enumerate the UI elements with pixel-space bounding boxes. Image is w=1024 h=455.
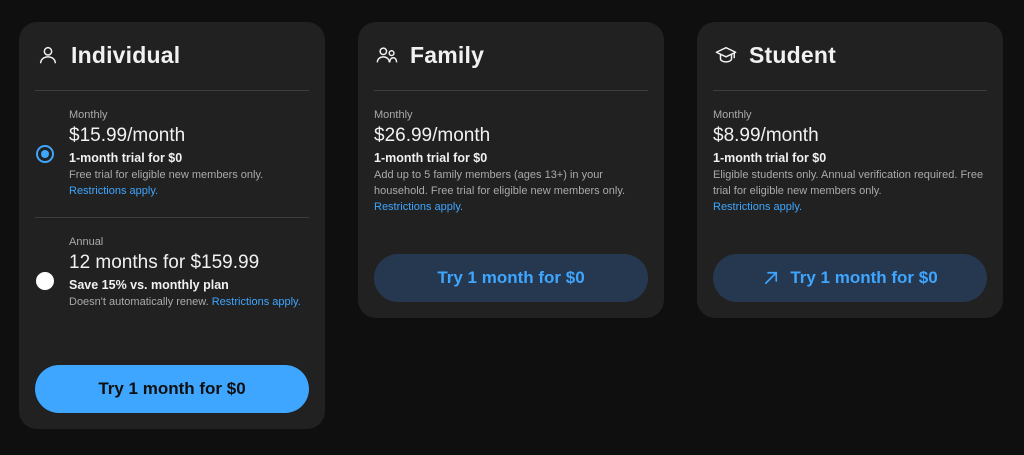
- plan-trial: Save 15% vs. monthly plan: [69, 278, 229, 292]
- divider: [35, 90, 309, 91]
- student-header: Student: [715, 40, 836, 70]
- plan-price: $26.99/month: [374, 125, 491, 146]
- plan-description-text: Add up to 5 family members (ages 13+) in…: [374, 169, 626, 197]
- restrictions-link[interactable]: Restrictions apply.: [212, 296, 301, 308]
- family-plan-card: Family Monthly $26.99/month 1-month tria…: [358, 22, 664, 318]
- plan-trial: 1-month trial for $0: [69, 151, 183, 165]
- plan-description-text: Free trial for eligible new members only…: [69, 169, 264, 181]
- person-icon: [37, 44, 59, 66]
- student-trial-button[interactable]: Try 1 month for $0: [713, 254, 987, 302]
- plan-trial: 1-month trial for $0: [374, 151, 488, 165]
- plan-period: Monthly: [69, 109, 108, 121]
- external-link-arrow-icon: [762, 269, 780, 287]
- plan-period: Annual: [69, 236, 104, 248]
- plan-price: 12 months for $159.99: [69, 252, 260, 273]
- plan-trial: 1-month trial for $0: [713, 151, 827, 165]
- family-header: Family: [376, 40, 484, 70]
- plan-title: Student: [749, 41, 836, 68]
- monthly-plan-option[interactable]: Monthly $15.99/month 1-month trial for $…: [69, 108, 311, 199]
- annual-plan-radio[interactable]: [36, 272, 54, 290]
- student-plan-card: Student Monthly $8.99/month 1-month tria…: [697, 22, 1003, 318]
- family-plan-details: Monthly $26.99/month 1-month trial for $…: [374, 108, 648, 215]
- plan-description: Doesn't automatically renew. Restriction…: [69, 294, 311, 310]
- button-label: Try 1 month for $0: [437, 268, 585, 287]
- restrictions-link[interactable]: Restrictions apply.: [69, 185, 158, 197]
- monthly-plan-radio[interactable]: [36, 145, 54, 163]
- divider: [35, 217, 309, 218]
- plan-price: $8.99/month: [713, 125, 819, 146]
- divider: [374, 90, 648, 91]
- restrictions-link[interactable]: Restrictions apply.: [713, 201, 802, 213]
- plan-description-text: Doesn't automatically renew.: [69, 296, 209, 308]
- plan-period: Monthly: [713, 109, 752, 121]
- button-label: Try 1 month for $0: [790, 268, 938, 287]
- divider: [713, 90, 987, 91]
- people-icon: [376, 44, 398, 66]
- plan-description: Eligible students only. Annual verificat…: [713, 167, 987, 215]
- individual-header: Individual: [37, 40, 180, 70]
- student-plan-details: Monthly $8.99/month 1-month trial for $0…: [713, 108, 987, 215]
- plan-period: Monthly: [374, 109, 413, 121]
- family-trial-button[interactable]: Try 1 month for $0: [374, 254, 648, 302]
- plan-description: Free trial for eligible new members only…: [69, 167, 311, 199]
- plan-description-text: Eligible students only. Annual verificat…: [713, 169, 984, 197]
- restrictions-link[interactable]: Restrictions apply.: [374, 201, 463, 213]
- plan-description: Add up to 5 family members (ages 13+) in…: [374, 167, 648, 215]
- plan-price: $15.99/month: [69, 125, 186, 146]
- graduation-cap-icon: [715, 44, 737, 66]
- plan-title: Family: [410, 41, 485, 68]
- individual-trial-button[interactable]: Try 1 month for $0: [35, 365, 309, 413]
- individual-plan-card: Individual Monthly $15.99/month 1-month …: [19, 22, 325, 429]
- annual-plan-option[interactable]: Annual 12 months for $159.99 Save 15% vs…: [69, 235, 311, 310]
- button-label: Try 1 month for $0: [98, 379, 246, 398]
- plan-title: Individual: [71, 41, 181, 68]
